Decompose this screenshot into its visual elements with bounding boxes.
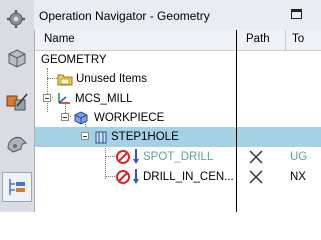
restore-window-icon[interactable] (291, 9, 302, 19)
tree-item-geometry[interactable]: GEOMETRY (35, 50, 321, 70)
tree-item-spot-drill[interactable]: SPOT_DRILL UG (35, 147, 321, 167)
column-header: Name Path To (35, 30, 321, 51)
column-tool-header[interactable]: To (292, 33, 304, 45)
hole-geometry-icon (93, 129, 109, 148)
not-generated-icon (115, 169, 131, 188)
tree-item-drill-in-center[interactable]: DRILL_IN_CEN... NX (35, 167, 321, 187)
mcs-mill-label: MCS_MILL (75, 93, 133, 105)
folder-icon (57, 72, 73, 89)
operation-tree: GEOMETRY Unused Items MCS_MILL WORKPIECE… (35, 50, 321, 212)
collapse-icon[interactable] (43, 94, 51, 102)
tree-item-unused[interactable]: Unused Items (35, 69, 321, 89)
assembly-navigator-icon[interactable] (3, 88, 31, 116)
workpiece-label: WORKPIECE (94, 112, 165, 124)
column-name-header[interactable]: Name (44, 33, 75, 45)
path-status-x-icon (247, 147, 287, 167)
tree-item-workpiece[interactable]: WORKPIECE (35, 108, 321, 128)
tree-item-step1hole[interactable]: STEP1HOLE (35, 127, 321, 147)
drill-in-center-tool: NX (290, 171, 306, 183)
path-status-x-icon (247, 167, 287, 187)
panel-title: Operation Navigator - Geometry (39, 9, 210, 23)
step1hole-label: STEP1HOLE (111, 131, 179, 143)
spot-drill-label: SPOT_DRILL (143, 151, 214, 163)
unused-items-label: Unused Items (76, 73, 147, 85)
drill-operation-icon (131, 148, 141, 169)
machine-tool-navigator-icon[interactable] (3, 130, 31, 158)
column-divider (236, 30, 237, 212)
not-generated-icon (115, 149, 131, 168)
panel-titlebar: Operation Navigator - Geometry (34, 0, 321, 30)
collapse-icon[interactable] (81, 132, 89, 140)
drill-operation-icon (131, 168, 141, 189)
operation-navigator-icon[interactable] (2, 172, 32, 202)
part-navigator-icon[interactable] (3, 44, 31, 72)
spot-drill-tool: UG (290, 151, 308, 163)
settings-gear-icon[interactable] (3, 6, 31, 34)
collapse-icon[interactable] (61, 113, 69, 121)
geometry-label: GEOMETRY (41, 54, 107, 66)
resource-bar (0, 0, 35, 212)
tree-item-mcs-mill[interactable]: MCS_MILL (35, 89, 321, 109)
drill-in-center-label: DRILL_IN_CEN... (143, 171, 234, 183)
column-path-header[interactable]: Path (246, 33, 270, 45)
